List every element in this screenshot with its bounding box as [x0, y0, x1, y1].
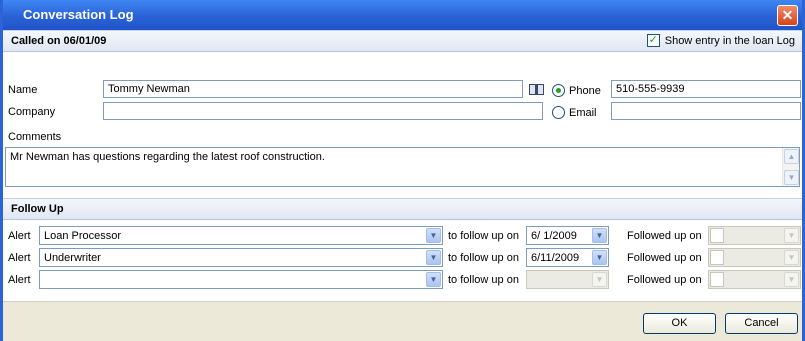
follow-up-date-value: 6/ 1/2009: [531, 230, 577, 242]
follow-up-date-picker[interactable]: 6/ 1/2009 ▼: [526, 226, 609, 245]
company-input[interactable]: [103, 102, 543, 120]
close-button[interactable]: ✕: [777, 5, 798, 26]
title-bar[interactable]: Conversation Log ✕: [3, 0, 802, 30]
followed-up-checkbox[interactable]: [710, 272, 724, 287]
followed-up-date-picker[interactable]: ▼: [708, 270, 801, 289]
follow-up-on-label: to follow up on: [448, 274, 519, 286]
phone-radio[interactable]: [552, 84, 565, 97]
comments-scrollbar[interactable]: ▲ ▼: [782, 148, 799, 186]
email-input[interactable]: [611, 102, 801, 120]
chevron-down-icon[interactable]: ▼: [592, 250, 607, 265]
followed-up-on-label: Followed up on: [627, 252, 702, 264]
cancel-button[interactable]: Cancel: [725, 313, 798, 334]
phone-input[interactable]: 510-555-9939: [611, 80, 801, 98]
alert-select-value: Loan Processor: [44, 230, 122, 242]
show-entry-checkbox-group[interactable]: ✓ Show entry in the loan Log: [646, 34, 795, 47]
chevron-down-icon[interactable]: ▼: [426, 272, 441, 287]
name-label: Name: [8, 84, 38, 96]
comments-label: Comments: [8, 131, 62, 143]
followed-up-date-picker[interactable]: ▼: [708, 226, 801, 245]
alert-label: Alert: [8, 252, 31, 264]
radio-selected-dot: [556, 88, 561, 93]
followed-up-date-picker[interactable]: ▼: [708, 248, 801, 267]
chevron-down-icon[interactable]: ▼: [592, 228, 607, 243]
chevron-down-icon[interactable]: ▼: [592, 272, 607, 287]
comments-text: Mr Newman has questions regarding the la…: [10, 151, 325, 163]
comments-textarea[interactable]: Mr Newman has questions regarding the la…: [5, 147, 800, 187]
follow-up-on-label: to follow up on: [448, 230, 519, 242]
alert-select[interactable]: Loan Processor ▼: [39, 226, 443, 245]
followed-up-checkbox[interactable]: [710, 228, 724, 243]
scroll-up-icon[interactable]: ▲: [784, 149, 799, 164]
follow-up-on-label: to follow up on: [448, 252, 519, 264]
show-entry-checkbox[interactable]: ✓: [646, 34, 660, 47]
chevron-down-icon[interactable]: ▼: [426, 228, 441, 243]
follow-up-date-value: 6/11/2009: [531, 252, 580, 264]
chevron-down-icon[interactable]: ▼: [426, 250, 441, 265]
followed-up-on-label: Followed up on: [627, 274, 702, 286]
follow-up-bar: Follow Up: [3, 198, 802, 220]
chevron-down-icon[interactable]: ▼: [784, 272, 799, 287]
close-icon: ✕: [781, 7, 794, 23]
chevron-down-icon[interactable]: ▼: [784, 250, 799, 265]
ok-button[interactable]: OK: [643, 313, 716, 334]
call-header-bar: Called on 06/01/09 ✓ Show entry in the l…: [3, 30, 802, 52]
email-radio[interactable]: [552, 106, 565, 119]
phone-label: Phone: [569, 85, 601, 97]
follow-up-title: Follow Up: [11, 203, 64, 215]
follow-up-date-picker[interactable]: 6/11/2009 ▼: [526, 248, 609, 267]
name-input[interactable]: Tommy Newman: [103, 80, 523, 98]
alert-select[interactable]: ▼: [39, 270, 443, 289]
alert-select[interactable]: Underwriter ▼: [39, 248, 443, 267]
dialog-footer: OK Cancel: [3, 301, 802, 341]
window-title: Conversation Log: [23, 7, 134, 22]
address-book-icon[interactable]: [529, 83, 544, 96]
followed-up-checkbox[interactable]: [710, 250, 724, 265]
followed-up-on-label: Followed up on: [627, 230, 702, 242]
company-label: Company: [8, 106, 56, 118]
show-entry-label: Show entry in the loan Log: [664, 34, 795, 47]
scroll-down-icon[interactable]: ▼: [784, 170, 799, 185]
chevron-down-icon[interactable]: ▼: [784, 228, 799, 243]
alert-label: Alert: [8, 230, 31, 242]
alert-label: Alert: [8, 274, 31, 286]
email-label: Email: [569, 107, 597, 119]
follow-up-date-picker[interactable]: ▼: [526, 270, 609, 289]
called-on-label: Called on 06/01/09: [11, 35, 107, 47]
alert-select-value: Underwriter: [44, 252, 101, 264]
conversation-log-window: Conversation Log ✕ Called on 06/01/09 ✓ …: [0, 0, 805, 341]
